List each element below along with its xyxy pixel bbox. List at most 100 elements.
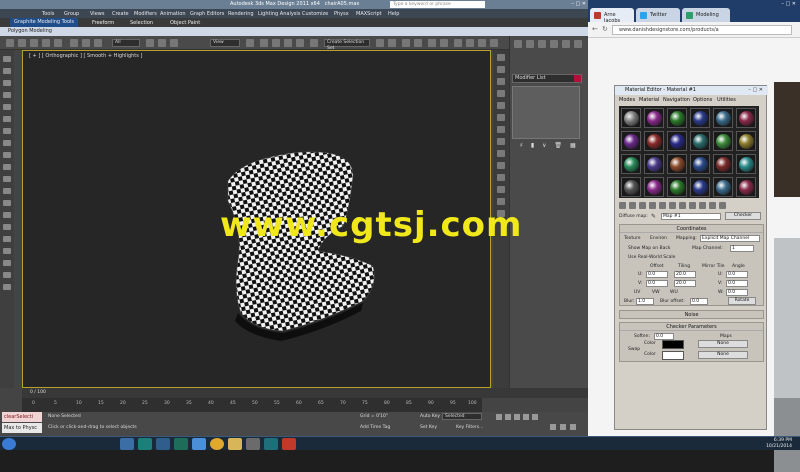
material-slot[interactable] bbox=[713, 108, 733, 128]
side-tool-icon[interactable] bbox=[497, 162, 505, 169]
strip-tool-icon[interactable] bbox=[3, 68, 11, 74]
key-mode-select[interactable]: Selected bbox=[442, 413, 482, 420]
show-end-result-icon[interactable]: ▮ bbox=[531, 142, 534, 149]
blur-field[interactable]: 1.0 bbox=[636, 298, 654, 305]
reload-icon[interactable]: ↻ bbox=[602, 25, 608, 33]
chrome-icon[interactable] bbox=[210, 438, 224, 450]
menu-navigation[interactable]: Navigation bbox=[663, 97, 690, 103]
strip-tool-icon[interactable] bbox=[3, 92, 11, 98]
u-offset-field[interactable]: 0.0 bbox=[646, 271, 668, 278]
w-angle-field[interactable]: 0.0 bbox=[726, 289, 748, 296]
strip-tool-icon[interactable] bbox=[3, 164, 11, 170]
material-slot[interactable] bbox=[713, 177, 733, 197]
tab-graphite-modeling-tools[interactable]: Graphite Modeling Tools bbox=[10, 18, 79, 27]
material-slot[interactable] bbox=[667, 177, 687, 197]
snap-icon[interactable] bbox=[260, 39, 268, 47]
material-editor-title[interactable]: Material Editor - Material #1 bbox=[615, 86, 768, 95]
environ-radio[interactable]: Environ bbox=[650, 236, 667, 241]
key-filters-button[interactable]: Key Filters... bbox=[456, 425, 483, 430]
align-icon[interactable] bbox=[388, 39, 396, 47]
material-slot[interactable] bbox=[690, 154, 710, 174]
selection-set-select[interactable]: Create Selection Set bbox=[324, 39, 370, 51]
side-tool-icon[interactable] bbox=[497, 78, 505, 85]
material-slot[interactable] bbox=[690, 177, 710, 197]
strip-tool-icon[interactable] bbox=[3, 80, 11, 86]
menu-create[interactable]: Create bbox=[112, 11, 129, 17]
zoom-icon[interactable] bbox=[550, 424, 556, 430]
strip-tool-icon[interactable] bbox=[3, 212, 11, 218]
strip-tool-icon[interactable] bbox=[3, 104, 11, 110]
menu-views[interactable]: Views bbox=[90, 11, 104, 17]
filter-select[interactable]: All bbox=[112, 39, 140, 47]
coord-select[interactable]: View bbox=[210, 39, 240, 47]
side-tool-icon[interactable] bbox=[497, 102, 505, 109]
side-tool-icon[interactable] bbox=[497, 150, 505, 157]
layer-icon[interactable] bbox=[402, 39, 410, 47]
curve-editor-icon[interactable] bbox=[428, 39, 436, 47]
rotate-button[interactable]: Rotate bbox=[728, 297, 756, 305]
spinner-snap-icon[interactable] bbox=[296, 39, 304, 47]
put-to-scene-icon[interactable] bbox=[629, 202, 636, 209]
strip-tool-icon[interactable] bbox=[3, 200, 11, 206]
material-slot[interactable] bbox=[667, 108, 687, 128]
modifier-list-dropdown[interactable]: Modifier List bbox=[512, 74, 582, 83]
configure-sets-icon[interactable]: ▦ bbox=[570, 142, 576, 149]
show-end-result-icon[interactable] bbox=[699, 202, 706, 209]
show-map-on-back-checkbox[interactable]: Show Map on Back bbox=[628, 246, 670, 251]
material-slot[interactable] bbox=[736, 154, 756, 174]
map-name-field[interactable]: Map #1 bbox=[661, 213, 721, 220]
side-tool-icon[interactable] bbox=[497, 90, 505, 97]
edit-named-sel-icon[interactable] bbox=[310, 39, 318, 47]
move-icon[interactable] bbox=[146, 39, 154, 47]
polygon-modeling-bar[interactable]: Polygon Modeling bbox=[0, 27, 588, 36]
side-tool-icon[interactable] bbox=[497, 126, 505, 133]
add-time-tag[interactable]: Add Time Tag bbox=[360, 425, 390, 430]
material-slot[interactable] bbox=[713, 131, 733, 151]
render-frame-icon[interactable] bbox=[478, 39, 486, 47]
strip-tool-icon[interactable] bbox=[3, 56, 11, 62]
select-by-name-icon[interactable] bbox=[82, 39, 90, 47]
u-angle-field[interactable]: 0.0 bbox=[726, 271, 748, 278]
undo-icon[interactable] bbox=[6, 39, 14, 47]
menu-options[interactable]: Options bbox=[693, 97, 712, 103]
material-slot[interactable] bbox=[690, 108, 710, 128]
vw-radio[interactable]: VW bbox=[652, 290, 660, 295]
material-slot[interactable] bbox=[736, 131, 756, 151]
get-material-icon[interactable] bbox=[619, 202, 626, 209]
menu-help[interactable]: Help bbox=[388, 11, 399, 17]
material-slot[interactable] bbox=[667, 154, 687, 174]
3ds-max-icon[interactable] bbox=[264, 438, 278, 450]
pivot-icon[interactable] bbox=[246, 39, 254, 47]
autodesk-icon[interactable] bbox=[282, 438, 296, 450]
window-controls[interactable]: – □ ✕ bbox=[571, 1, 586, 7]
back-icon[interactable]: ← bbox=[592, 25, 598, 33]
utilities-panel-icon[interactable] bbox=[574, 40, 582, 48]
hierarchy-panel-icon[interactable] bbox=[538, 40, 546, 48]
angle-snap-icon[interactable] bbox=[272, 39, 280, 47]
material-editor-window-controls[interactable]: – □ ✕ bbox=[748, 87, 763, 93]
strip-tool-icon[interactable] bbox=[3, 236, 11, 242]
map-type-button[interactable]: Checker bbox=[725, 212, 761, 220]
menu-customize[interactable]: Customize bbox=[302, 11, 328, 17]
material-slot[interactable] bbox=[667, 131, 687, 151]
side-tool-icon[interactable] bbox=[497, 114, 505, 121]
color1-swatch[interactable] bbox=[662, 340, 684, 349]
next-frame-icon[interactable] bbox=[523, 414, 529, 420]
modify-panel-icon[interactable] bbox=[526, 40, 534, 48]
play-icon[interactable] bbox=[514, 414, 520, 420]
material-slot[interactable] bbox=[644, 177, 664, 197]
unlink-icon[interactable] bbox=[42, 39, 50, 47]
eyedropper-icon[interactable]: ✎ bbox=[651, 213, 656, 220]
remove-modifier-icon[interactable]: 🗑 bbox=[554, 142, 562, 149]
strip-tool-icon[interactable] bbox=[3, 128, 11, 134]
strip-tool-icon[interactable] bbox=[3, 248, 11, 254]
show-map-in-viewport-icon[interactable] bbox=[689, 202, 696, 209]
strip-tool-icon[interactable] bbox=[3, 116, 11, 122]
side-tool-icon[interactable] bbox=[497, 66, 505, 73]
side-tool-icon[interactable] bbox=[497, 186, 505, 193]
map-channel-field[interactable]: 1 bbox=[730, 245, 754, 252]
make-unique-icon[interactable]: ∨ bbox=[542, 142, 546, 149]
material-slot[interactable] bbox=[621, 177, 641, 197]
strip-tool-icon[interactable] bbox=[3, 140, 11, 146]
strip-tool-icon[interactable] bbox=[3, 260, 11, 266]
